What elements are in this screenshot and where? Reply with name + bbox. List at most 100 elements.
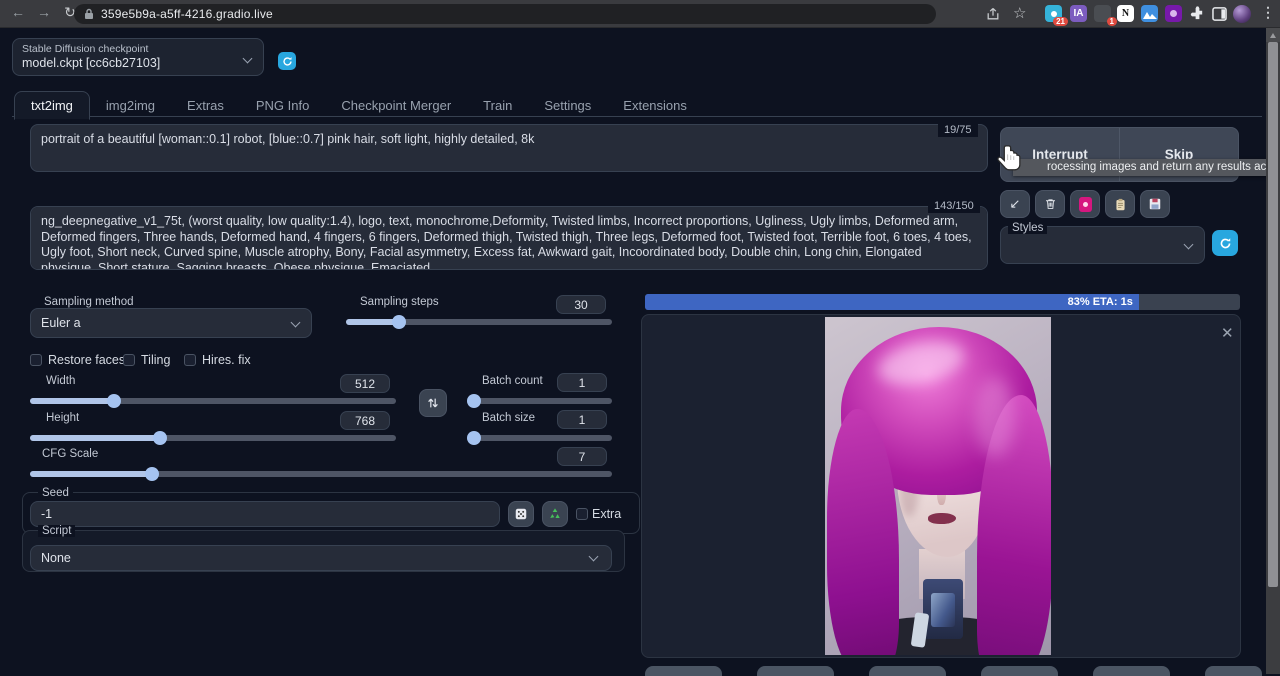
prompt-input[interactable]: portrait of a beautiful [woman::0.1] rob… <box>30 124 988 172</box>
save-icon <box>1148 197 1162 211</box>
interrupt-tooltip: rocessing images and return any results … <box>1013 159 1280 176</box>
browser-menu-icon[interactable]: ⋮ <box>1261 4 1275 21</box>
swap-arrows-icon <box>426 396 440 410</box>
url-text: 359e5b9a-a5ff-4216.gradio.live <box>101 7 273 21</box>
height-slider[interactable] <box>30 435 396 441</box>
browser-back-button[interactable]: ← <box>8 4 28 20</box>
refresh-icon <box>1219 237 1232 250</box>
batch-size-value[interactable]: 1 <box>557 410 607 429</box>
save-button[interactable] <box>645 666 722 676</box>
dice-icon <box>514 507 528 521</box>
extension-badge: 21 <box>1053 17 1068 26</box>
progress-text: 83% ETA: 1s <box>1068 296 1133 308</box>
extension-purple-icon[interactable] <box>1165 5 1182 22</box>
sampling-method-dropdown[interactable]: Euler a <box>30 308 312 338</box>
swap-dimensions-button[interactable] <box>419 389 447 417</box>
tab-extras[interactable]: Extras <box>171 92 240 119</box>
send-to-img2img-button[interactable] <box>981 666 1058 676</box>
extension-notion-icon[interactable]: N <box>1117 5 1134 22</box>
generated-image[interactable] <box>825 317 1051 655</box>
hires-fix-checkbox[interactable] <box>184 354 196 366</box>
zip-button[interactable] <box>869 666 946 676</box>
chevron-down-icon <box>1184 240 1194 250</box>
tiling-checkbox[interactable] <box>123 354 135 366</box>
tab-train[interactable]: Train <box>467 92 528 119</box>
batch-count-label: Batch count <box>478 375 547 387</box>
tab-png-info[interactable]: PNG Info <box>240 92 325 119</box>
checkpoint-refresh-button[interactable] <box>278 52 296 70</box>
batch-count-slider[interactable] <box>470 398 612 404</box>
height-value[interactable]: 768 <box>340 411 390 430</box>
profile-avatar[interactable] <box>1233 5 1251 23</box>
reuse-seed-button[interactable] <box>542 501 568 527</box>
height-label: Height <box>42 412 83 424</box>
sampling-steps-slider[interactable] <box>346 319 612 325</box>
chevron-down-icon <box>291 318 301 328</box>
styles-refresh-button[interactable] <box>1212 230 1238 256</box>
clear-prompt-button[interactable] <box>1035 190 1065 218</box>
paste-params-button[interactable]: ↙ <box>1000 190 1030 218</box>
restore-faces-checkbox[interactable] <box>30 354 42 366</box>
trash-icon <box>1044 197 1057 211</box>
extension-image-icon[interactable] <box>1141 5 1158 22</box>
extra-seed-label: Extra <box>592 507 621 521</box>
tiling-label: Tiling <box>141 353 170 367</box>
cfg-scale-slider[interactable] <box>30 471 612 477</box>
script-dropdown[interactable]: None <box>30 545 612 571</box>
send-to-inpaint-button[interactable] <box>1093 666 1170 676</box>
mountains-glyph <box>1143 9 1157 19</box>
batch-count-value[interactable]: 1 <box>557 373 607 392</box>
tab-img2img[interactable]: img2img <box>90 92 171 119</box>
hires-fix-label: Hires. fix <box>202 353 251 367</box>
batch-size-slider[interactable] <box>470 435 612 441</box>
width-value[interactable]: 512 <box>340 374 390 393</box>
extension-cam-icon[interactable]: 1 <box>1094 5 1111 22</box>
portrait-hair-highlight2 <box>975 377 1015 457</box>
send-to-extras-button[interactable] <box>1205 666 1262 676</box>
tab-txt2img[interactable]: txt2img <box>14 91 90 120</box>
checkpoint-dropdown[interactable]: Stable Diffusion checkpoint model.ckpt [… <box>12 38 264 76</box>
random-seed-button[interactable] <box>508 501 534 527</box>
extra-seed-checkbox[interactable] <box>576 508 588 520</box>
scrollbar-up-arrow[interactable] <box>1266 28 1280 42</box>
extension-ia-icon[interactable]: IA <box>1070 5 1087 22</box>
script-value: None <box>41 551 71 565</box>
tab-checkpoint-merger[interactable]: Checkpoint Merger <box>325 92 467 119</box>
batch-size-label: Batch size <box>478 412 539 424</box>
browser-toolbar: ← → ↻ 359e5b9a-a5ff-4216.gradio.live ☆ 2… <box>0 0 1280 28</box>
negative-token-counter: 143/150 <box>928 200 980 213</box>
progress-bar: 83% ETA: 1s <box>645 294 1240 310</box>
cfg-scale-value[interactable]: 7 <box>557 447 607 466</box>
tab-settings[interactable]: Settings <box>528 92 607 119</box>
purple-dot <box>1170 10 1177 17</box>
cfg-scale-label: CFG Scale <box>38 448 102 460</box>
apply-styles-button[interactable] <box>1105 190 1135 218</box>
mouse-cursor <box>995 143 1025 175</box>
width-slider[interactable] <box>30 398 396 404</box>
bookmark-star-icon[interactable]: ☆ <box>1013 4 1026 22</box>
sampling-method-value: Euler a <box>41 316 81 330</box>
address-bar[interactable]: 359e5b9a-a5ff-4216.gradio.live <box>74 4 936 24</box>
refresh-icon <box>282 56 293 67</box>
seed-input[interactable] <box>30 501 500 527</box>
page-scrollbar[interactable] <box>1266 28 1280 674</box>
sampling-steps-label: Sampling steps <box>356 296 443 308</box>
close-icon[interactable]: ✕ <box>1221 324 1234 342</box>
checkpoint-label: Stable Diffusion checkpoint <box>22 43 148 55</box>
negative-prompt-input[interactable]: ng_deepnegative_v1_75t, (worst quality, … <box>30 206 988 270</box>
save-style-button[interactable] <box>1140 190 1170 218</box>
sampling-steps-value[interactable]: 30 <box>556 295 606 314</box>
tab-extensions[interactable]: Extensions <box>607 92 703 119</box>
scrollbar-thumb[interactable] <box>1268 42 1278 587</box>
extra-networks-button[interactable] <box>1070 190 1100 218</box>
seed-label: Seed <box>38 487 73 499</box>
side-panel-icon[interactable] <box>1211 5 1228 22</box>
share-icon[interactable] <box>985 6 1001 22</box>
save-grid-button[interactable] <box>757 666 834 676</box>
browser-forward-button[interactable]: → <box>34 4 54 20</box>
extension-badge: 1 <box>1107 17 1117 26</box>
extension-pin-icon[interactable]: 21 <box>1045 5 1062 22</box>
script-label: Script <box>38 525 75 537</box>
extensions-puzzle-icon[interactable] <box>1189 5 1206 22</box>
puzzle-glyph <box>1190 6 1205 21</box>
